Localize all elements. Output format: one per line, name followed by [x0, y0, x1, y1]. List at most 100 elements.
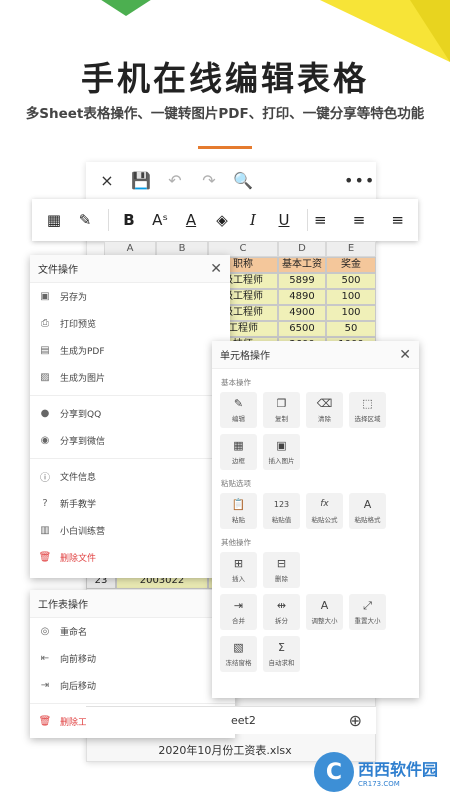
edit-icon[interactable]: ✎ [71, 211, 99, 229]
menu-item-delete-file[interactable]: 🗑 删除文件 [30, 544, 230, 571]
menu-item-training-camp[interactable]: ▥ 小白训练营 [30, 517, 230, 544]
green-triangle-decoration [92, 0, 160, 16]
button-label: 冻结窗格 [225, 659, 252, 667]
paste-formula-button[interactable]: fx 粘贴公式 [306, 493, 343, 529]
top-toolbar: × 💾 ↶ ↷ 🔍 ••• [86, 162, 376, 200]
watermark-subtext: CR173.COM [357, 780, 400, 788]
divider [30, 458, 230, 459]
clear-button[interactable]: ⌫ 清除 [306, 392, 343, 428]
bold-icon[interactable]: B [115, 211, 143, 229]
table-cell[interactable]: 5899 [278, 273, 326, 289]
align-left-icon[interactable]: ≡ [314, 211, 342, 229]
rename-icon: ◎ [40, 626, 50, 637]
insert-image-button[interactable]: ▣ 插入图片 [263, 434, 300, 470]
menu-item-export-image[interactable]: ▨ 生成为图片 [30, 364, 230, 391]
copy-button[interactable]: ❐ 复制 [263, 392, 300, 428]
close-icon[interactable]: × [96, 171, 118, 190]
button-label: 调整大小 [311, 617, 338, 625]
redo-icon[interactable]: ↷ [198, 171, 220, 190]
italic-icon[interactable]: I [239, 211, 267, 229]
select-range-button[interactable]: ⬚ 选择区域 [349, 392, 386, 428]
table-cell[interactable]: 50 [326, 321, 376, 337]
cell-operations-panel: 单元格操作 ✕ 基本操作 ✎ 编辑 ❐ 复制 ⌫ 清除 ⬚ 选择区域 ▦ 边框 ▣ 插入图片… [212, 341, 419, 698]
resize-button[interactable]: A 调整大小 [306, 594, 343, 630]
menu-item-label: 向后移动 [60, 682, 97, 692]
menu-item-print-preview[interactable]: ⎙ 打印预览 [30, 310, 230, 337]
undo-icon[interactable]: ↶ [164, 171, 186, 190]
table-cell[interactable]: 4890 [278, 289, 326, 305]
underline-icon[interactable]: U [270, 211, 298, 229]
section-label-other: 其他操作 [221, 538, 251, 547]
paste-values-button[interactable]: 123 粘贴值 [263, 493, 300, 529]
paste-icon: 📋 [231, 498, 246, 511]
menu-item-tutorial[interactable]: ? 新手教学 [30, 490, 230, 517]
table-cell[interactable]: 基本工资 [278, 257, 326, 273]
table-cell[interactable]: 奖金 [326, 257, 376, 273]
save-icon[interactable]: 💾 [130, 171, 152, 190]
table-cell[interactable]: 4900 [278, 305, 326, 321]
delete-button[interactable]: ⊟ 删除 [263, 552, 300, 588]
merge-button[interactable]: ⇥ 合并 [220, 594, 257, 630]
menu-item-rename[interactable]: ◎ 重命名 [30, 618, 235, 645]
search-icon[interactable]: 🔍 [232, 171, 254, 190]
resize-icon: A [320, 599, 329, 612]
font-color-icon[interactable]: A [177, 211, 205, 229]
button-label: 拆分 [275, 617, 288, 625]
menu-item-move-forward[interactable]: ⇤ 向前移动 [30, 645, 235, 672]
menu-item-label: 生成为PDF [60, 347, 105, 357]
help-icon: ? [42, 498, 48, 509]
paste-button[interactable]: 📋 粘贴 [220, 493, 257, 529]
button-label: 粘贴值 [271, 516, 292, 524]
close-icon[interactable]: ✕ [399, 347, 411, 363]
table-cell[interactable]: 100 [326, 305, 376, 321]
menu-item-file-info[interactable]: ⓘ 文件信息 [30, 463, 230, 490]
column-header-d[interactable]: D [278, 241, 326, 257]
menu-item-label: 新手教学 [60, 500, 97, 510]
button-label: 插入图片 [268, 457, 295, 465]
table-cell[interactable]: 6500 [278, 321, 326, 337]
watermark-logo-icon: C [313, 752, 354, 792]
auto-sum-button[interactable]: Σ 自动求和 [263, 636, 300, 672]
menu-item-label: 重命名 [60, 628, 88, 638]
button-label: 编辑 [232, 415, 245, 423]
section-label-basic: 基本操作 [221, 378, 251, 387]
table-cell[interactable]: 100 [326, 289, 376, 305]
menu-item-share-qq[interactable]: ● 分享到QQ [30, 400, 230, 427]
menu-item-label: 生成为图片 [60, 374, 106, 384]
column-header-e[interactable]: E [326, 241, 376, 257]
border-button[interactable]: ▦ 边框 [220, 434, 257, 470]
split-button[interactable]: ⇹ 拆分 [263, 594, 300, 630]
button-label: 粘贴格式 [354, 516, 381, 524]
menu-item-label: 小白训练营 [60, 527, 106, 537]
sheet-tab[interactable]: eet2 [231, 714, 256, 727]
promo-headline: 手机在线编辑表格 [81, 59, 369, 98]
menu-item-save-as[interactable]: ▣ 另存为 [30, 283, 230, 310]
file-panel-title: 文件操作 [38, 265, 78, 276]
reset-size-button[interactable]: ⤢ 重置大小 [349, 594, 386, 630]
font-size-icon[interactable]: Aˢ [146, 211, 174, 229]
edit-button[interactable]: ✎ 编辑 [220, 392, 257, 428]
image-icon: ▣ [276, 439, 287, 452]
move-forward-icon: ⇤ [40, 653, 50, 664]
divider [30, 703, 235, 704]
table-cell[interactable]: 500 [326, 273, 376, 289]
toolbar-divider [108, 209, 109, 231]
close-icon[interactable]: ✕ [210, 261, 222, 277]
menu-item-move-backward[interactable]: ⇥ 向后移动 [30, 672, 235, 699]
paste-format-button[interactable]: A 粘贴格式 [349, 493, 386, 529]
button-label: 重置大小 [354, 617, 381, 625]
sheet-panel-title: 工作表操作 [38, 600, 88, 611]
insert-button[interactable]: ⊞ 插入 [220, 552, 257, 588]
border-icon: ▦ [233, 439, 244, 452]
merge-icon: ⇥ [233, 599, 244, 612]
align-right-icon[interactable]: ≡ [376, 211, 404, 229]
menu-item-export-pdf[interactable]: ▤ 生成为PDF [30, 337, 230, 364]
more-icon[interactable]: ••• [344, 171, 374, 190]
align-center-icon[interactable]: ≡ [345, 211, 373, 229]
grid-menu-icon[interactable]: ▦ [40, 211, 68, 229]
fill-color-icon[interactable]: ◈ [208, 211, 236, 229]
freeze-panes-button[interactable]: ▧ 冻结窗格 [220, 636, 257, 672]
delete-icon: ⊟ [276, 557, 287, 570]
add-sheet-icon[interactable]: ⊕ [349, 711, 362, 730]
menu-item-share-wechat[interactable]: ◉ 分享到微信 [30, 427, 230, 454]
